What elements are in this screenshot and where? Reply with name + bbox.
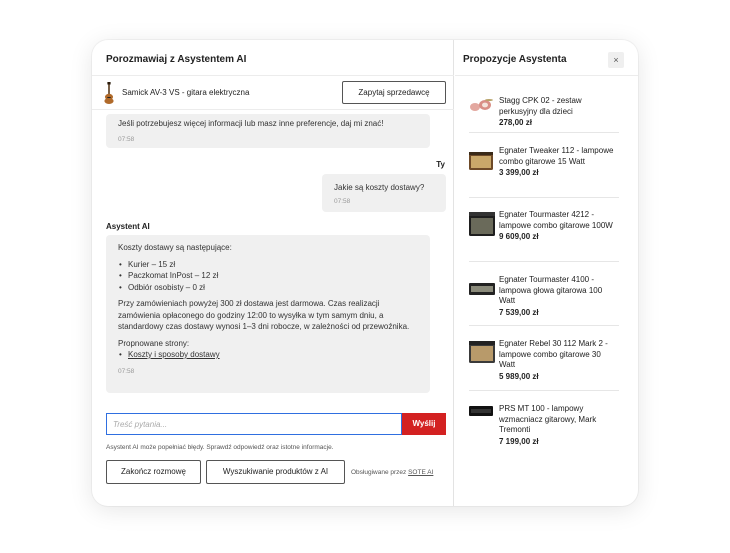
guitar-icon xyxy=(104,82,114,104)
list-item: Odbiór osobisty – 0 zł xyxy=(118,282,418,294)
suggested-product[interactable]: Stagg CPK 02 - zestaw perkusyjny dla dzi… xyxy=(469,96,619,136)
shipping-costs-link[interactable]: Koszty i sposoby dostawy xyxy=(128,350,220,359)
combo-amp-icon xyxy=(469,152,493,170)
powered-prefix: Obsługiwane przez xyxy=(351,469,407,476)
suggested-product[interactable]: Egnater Tourmaster 4100 - lampowa głowa … xyxy=(469,275,619,323)
amp-head-icon xyxy=(469,406,493,416)
message-time: 07:58 xyxy=(334,198,351,205)
combo-amp-icon xyxy=(469,341,495,363)
product-price: 3 399,00 zł xyxy=(499,168,539,177)
product-name: Egnater Tourmaster 4212 - lampowe combo … xyxy=(499,210,619,243)
question-input[interactable] xyxy=(107,414,401,435)
suggested-product[interactable]: Egnater Rebel 30 112 Mark 2 - lampowe co… xyxy=(469,339,619,387)
combo-amp-icon xyxy=(469,212,495,236)
ask-seller-button[interactable]: Zapytaj sprzedawcę xyxy=(342,81,446,104)
suggested-pages-label: Propnowane strony: xyxy=(118,338,190,348)
suggested-pages-list: Koszty i sposoby dostawy xyxy=(118,349,418,361)
message-time: 07:58 xyxy=(118,367,135,375)
suggestions-panel: Propozycje Asystenta × Stagg CPK 02 - ze… xyxy=(455,40,638,506)
product-price: 7 539,00 zł xyxy=(499,307,539,317)
powered-brand-link[interactable]: SOTE AI xyxy=(408,469,433,476)
suggested-product[interactable]: PRS MT 100 - lampowy wzmacniacz gitarowy… xyxy=(469,404,619,452)
product-name: Egnater Rebel 30 112 Mark 2 - lampowe co… xyxy=(499,339,619,382)
assistant-sender-label: Asystent AI xyxy=(106,222,150,231)
product-title: Egnater Rebel 30 112 Mark 2 - lampowe co… xyxy=(499,339,608,369)
product-price: 9 609,00 zł xyxy=(499,232,539,241)
end-conversation-button[interactable]: Zakończ rozmowę xyxy=(106,460,201,484)
product-name: Samick AV-3 VS - gitara elektryczna xyxy=(122,88,250,97)
assistant-message: Koszty dostawy są następujące: Kurier – … xyxy=(106,235,430,393)
list-item: Koszty i sposoby dostawy xyxy=(118,349,418,361)
product-title: PRS MT 100 - lampowy wzmacniacz gitarowy… xyxy=(499,404,597,434)
message-body: Przy zamówieniach powyżej 300 zł dostawa… xyxy=(118,299,410,331)
product-name: PRS MT 100 - lampowy wzmacniacz gitarowy… xyxy=(499,404,619,447)
list-item: Paczkomat InPost – 12 zł xyxy=(118,270,418,282)
message-text: Jeśli potrzebujesz więcej informacji lub… xyxy=(118,119,384,128)
powered-by: Obsługiwane przez SOTE AI xyxy=(351,469,433,476)
chat-panel: Porozmawiaj z Asystentem AI Samick AV-3 … xyxy=(92,40,454,506)
product-title: Egnater Tweaker 112 - lampowe combo gita… xyxy=(499,146,614,166)
drum-kit-icon xyxy=(470,99,493,111)
chat-dialog: Porozmawiaj z Asystentem AI Samick AV-3 … xyxy=(92,40,638,506)
ai-product-search-button[interactable]: Wyszukiwanie produktów z AI xyxy=(206,460,345,484)
message-text: Jakie są koszty dostawy? xyxy=(334,183,425,192)
divider xyxy=(455,75,638,76)
user-message: Jakie są koszty dostawy? 07:58 xyxy=(322,174,446,212)
user-sender-label: Ty xyxy=(436,160,445,169)
divider xyxy=(469,325,619,326)
chat-title: Porozmawiaj z Asystentem AI xyxy=(106,54,247,65)
message-intro: Koszty dostawy są następujące: xyxy=(118,243,232,252)
product-price: 5 989,00 zł xyxy=(499,371,539,381)
close-icon[interactable]: × xyxy=(608,52,624,68)
product-name: Stagg CPK 02 - zestaw perkusyjny dla dzi… xyxy=(499,96,619,129)
product-price: 278,00 zł xyxy=(499,118,532,127)
product-title: Egnater Tourmaster 4100 - lampowa głowa … xyxy=(499,275,603,305)
divider xyxy=(469,132,619,133)
amp-head-icon xyxy=(469,283,495,295)
send-button[interactable]: Wyślij xyxy=(402,413,446,435)
suggested-product[interactable]: Egnater Tweaker 112 - lampowe combo gita… xyxy=(469,146,619,194)
product-name: Egnater Tourmaster 4100 - lampowa głowa … xyxy=(499,275,619,318)
shipping-options-list: Kurier – 15 zł Paczkomat InPost – 12 zł … xyxy=(118,259,418,294)
product-title: Egnater Tourmaster 4212 - lampowe combo … xyxy=(499,210,613,230)
divider xyxy=(469,390,619,391)
divider xyxy=(469,197,619,198)
ai-disclaimer: Asystent AI może popełniać błędy. Sprawd… xyxy=(106,444,334,451)
question-input-wrapper xyxy=(106,413,402,435)
assistant-message: Jeśli potrzebujesz więcej informacji lub… xyxy=(106,114,430,148)
product-title: Stagg CPK 02 - zestaw perkusyjny dla dzi… xyxy=(499,96,582,116)
product-name: Egnater Tweaker 112 - lampowe combo gita… xyxy=(499,146,619,179)
list-item: Kurier – 15 zł xyxy=(118,259,418,271)
suggested-product[interactable]: Egnater Tourmaster 4212 - lampowe combo … xyxy=(469,210,619,258)
product-context-row: Samick AV-3 VS - gitara elektryczna Zapy… xyxy=(92,76,454,110)
product-price: 7 199,00 zł xyxy=(499,436,539,446)
suggestions-title: Propozycje Asystenta xyxy=(463,54,567,65)
message-time: 07:58 xyxy=(118,136,135,143)
divider xyxy=(469,261,619,262)
